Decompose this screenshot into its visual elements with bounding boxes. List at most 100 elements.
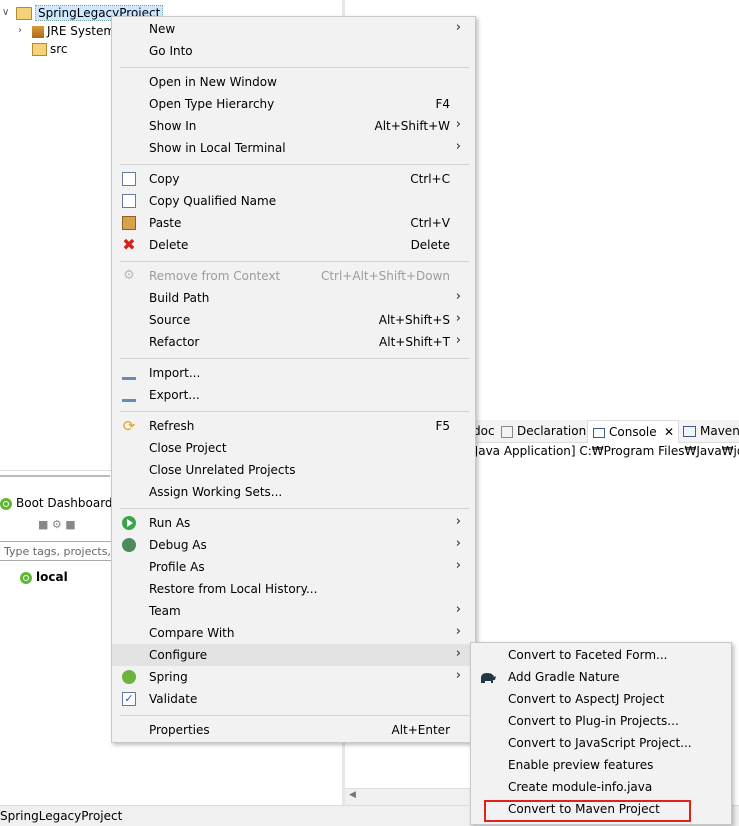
menu-item-source[interactable]: Source Alt+Shift+S › [112,309,475,331]
scroll-left-icon[interactable]: ◀ [349,790,356,800]
menu-item-show-local-terminal[interactable]: Show in Local Terminal › [112,137,475,159]
console-icon [593,427,605,438]
tab-declaration[interactable]: Declaration [501,420,586,442]
boot-toolbar: ■ ⚙ ■ [38,518,108,532]
start-icon[interactable]: ■ [38,518,48,531]
menu-item-paste[interactable]: Paste Ctrl+V [112,212,475,234]
chevron-right-icon: › [455,514,461,529]
menu-item-copy[interactable]: Copy Ctrl+C [112,168,475,190]
menu-item-export[interactable]: Export... [112,384,475,406]
spring-boot-icon [20,571,32,584]
debug-icon[interactable]: ⚙ [52,518,62,531]
chevron-right-icon: › [455,117,461,132]
copy-icon [122,172,136,186]
tab-maven[interactable]: Maven [683,420,739,442]
menu-item-build-path[interactable]: Build Path › [112,287,475,309]
menu-item-restore-local-history[interactable]: Restore from Local History... [112,578,475,600]
submenu-item-create-module-info[interactable]: Create module-info.java [471,776,731,798]
configure-submenu: Convert to Faceted Form... Add Gradle Na… [470,642,732,825]
source-folder-icon [32,43,47,56]
menu-separator [120,261,469,262]
menu-item-validate[interactable]: ✓ Validate [112,688,475,710]
console-process-title: [Java Application] C:₩Program Files₩Java… [470,444,739,458]
chevron-right-icon: › [455,668,461,683]
import-icon [122,366,136,380]
menu-item-refactor[interactable]: Refactor Alt+Shift+T › [112,331,475,353]
menu-separator [120,164,469,165]
menu-item-close-unrelated-projects[interactable]: Close Unrelated Projects [112,459,475,481]
menu-item-import[interactable]: Import... [112,362,475,384]
menu-item-close-project[interactable]: Close Project [112,437,475,459]
copy-qualified-icon [122,194,136,208]
chevron-right-icon: › [455,624,461,639]
maven-icon [683,426,696,437]
menu-item-open-new-window[interactable]: Open in New Window [112,71,475,93]
menu-item-delete[interactable]: ✖ Delete Delete [112,234,475,256]
src-label: src [50,42,68,56]
remove-context-icon: ⚙ [123,268,135,283]
tab-boot-dashboard[interactable]: Boot Dashboard [0,493,113,513]
menu-item-profile-as[interactable]: Profile As › [112,556,475,578]
menu-item-team[interactable]: Team › [112,600,475,622]
debug-icon [122,538,136,552]
declaration-icon [501,425,513,438]
menu-separator [120,411,469,412]
export-icon [122,388,136,402]
chevron-right-icon: › [455,20,461,35]
menu-item-new[interactable]: New › [112,18,475,40]
chevron-right-icon: › [455,646,461,661]
close-icon[interactable]: ✕ [664,421,674,443]
boot-tab-label: Boot Dashboard [16,496,113,510]
horizontal-scrollbar[interactable]: ◀ [345,788,475,805]
run-icon [122,516,136,530]
context-menu: New › Go Into Open in New Window Open Typ… [111,16,476,743]
gradle-elephant-icon [479,670,497,684]
highlight-annotation-box [484,800,691,822]
chevron-right-icon: › [455,558,461,573]
delete-icon: ✖ [122,235,136,254]
status-text: SpringLegacyProject [0,809,123,823]
menu-separator [120,508,469,509]
jre-label: JRE System [47,24,116,38]
menu-item-remove-from-context[interactable]: ⚙ Remove from Context Ctrl+Alt+Shift+Down [112,265,475,287]
chevron-down-icon[interactable]: ∨ [2,4,9,22]
tab-javadoc[interactable]: doc [473,420,495,442]
chevron-right-icon: › [455,602,461,617]
menu-item-go-into[interactable]: Go Into [112,40,475,62]
chevron-right-icon: › [455,536,461,551]
submenu-item-plugin-projects[interactable]: Convert to Plug-in Projects... [471,710,731,732]
panel-minimized-bar [0,475,110,477]
menu-separator [120,715,469,716]
chevron-right-icon: › [455,289,461,304]
menu-item-configure[interactable]: Configure › [112,644,475,666]
spring-boot-icon [0,497,12,510]
menu-item-assign-working-sets[interactable]: Assign Working Sets... [112,481,475,503]
submenu-item-faceted-form[interactable]: Convert to Faceted Form... [471,644,731,666]
submenu-item-enable-preview[interactable]: Enable preview features [471,754,731,776]
menu-item-spring[interactable]: Spring › [112,666,475,688]
menu-item-properties[interactable]: Properties Alt+Enter [112,719,475,741]
menu-separator [120,67,469,68]
validate-check-icon: ✓ [122,692,136,706]
menu-item-open-type-hierarchy[interactable]: Open Type Hierarchy F4 [112,93,475,115]
chevron-right-icon: › [455,311,461,326]
chevron-right-icon: › [455,333,461,348]
menu-item-refresh[interactable]: ⟳ Refresh F5 [112,415,475,437]
tree-item-src[interactable]: src [32,40,68,58]
chevron-right-icon[interactable]: › [18,22,22,40]
stop-icon[interactable]: ■ [65,518,75,531]
menu-item-show-in[interactable]: Show In Alt+Shift+W › [112,115,475,137]
refresh-icon: ⟳ [122,417,136,435]
menu-separator [120,358,469,359]
tab-console[interactable]: Console ✕ [587,420,679,443]
submenu-item-javascript-project[interactable]: Convert to JavaScript Project... [471,732,731,754]
chevron-right-icon: › [455,139,461,154]
menu-item-debug-as[interactable]: Debug As › [112,534,475,556]
submenu-item-add-gradle-nature[interactable]: Add Gradle Nature [471,666,731,688]
menu-item-compare-with[interactable]: Compare With › [112,622,475,644]
library-icon [32,25,44,38]
boot-local-item[interactable]: local [20,568,68,586]
menu-item-copy-qualified-name[interactable]: Copy Qualified Name [112,190,475,212]
submenu-item-aspectj[interactable]: Convert to AspectJ Project [471,688,731,710]
menu-item-run-as[interactable]: Run As › [112,512,475,534]
